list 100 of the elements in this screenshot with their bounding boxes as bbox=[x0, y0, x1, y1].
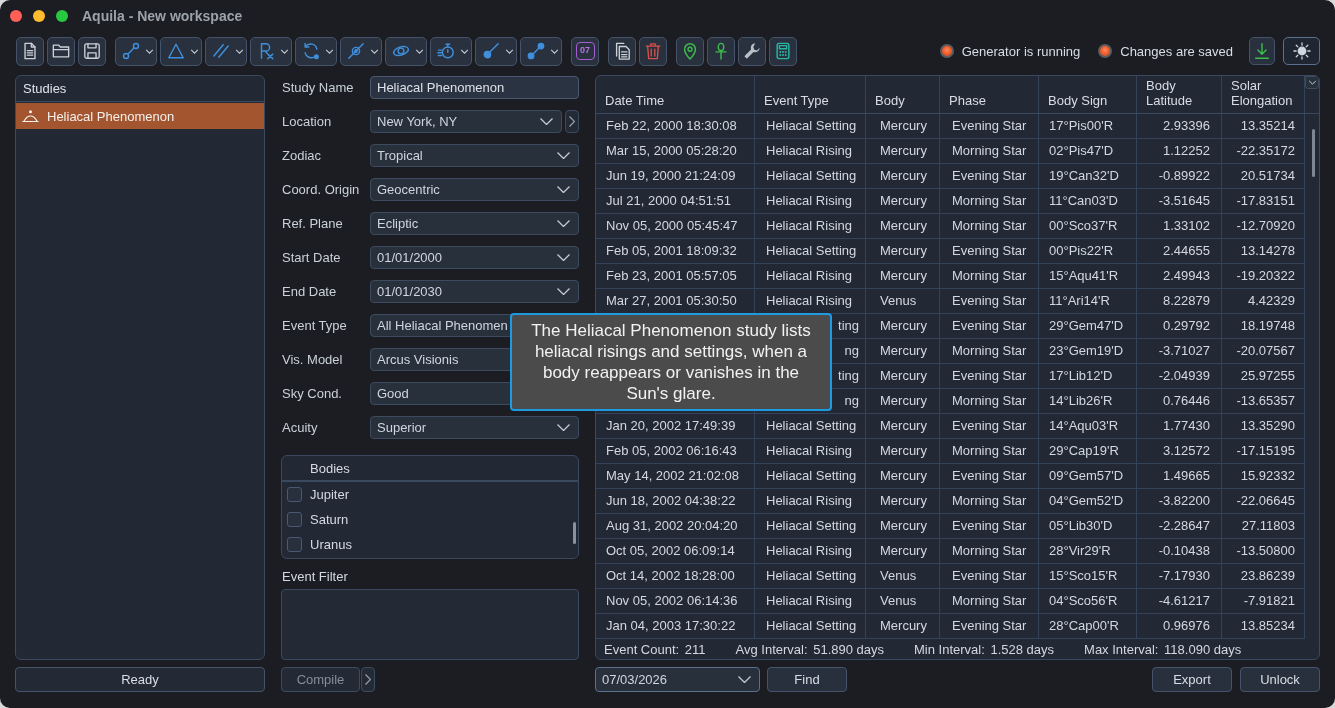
table-cell: 3.12572 bbox=[1137, 439, 1222, 464]
table-cell: 0.96976 bbox=[1137, 614, 1222, 639]
column-header[interactable]: Body Sign bbox=[1039, 76, 1137, 113]
chevron-down-icon bbox=[280, 48, 289, 54]
tooltip: The Heliacal Phenomenon study lists heliacal risings and settings, when a body reappears or vanishes in the Sun's glare. bbox=[510, 313, 832, 411]
minimize-button[interactable] bbox=[33, 10, 45, 22]
body-name: Saturn bbox=[310, 512, 349, 527]
table-cell: Mercury bbox=[866, 264, 940, 289]
table-cell: Heliacal Setting bbox=[755, 239, 866, 264]
delete-button[interactable] bbox=[639, 36, 667, 66]
table-cell: 27.11803 bbox=[1222, 514, 1305, 539]
table-cell: -17.83151 bbox=[1222, 189, 1305, 214]
tools-button[interactable] bbox=[738, 36, 766, 66]
column-header[interactable]: Body Latitude bbox=[1137, 76, 1222, 113]
table-cell: 2.93396 bbox=[1137, 114, 1222, 139]
node-link-menu-button[interactable] bbox=[115, 36, 157, 66]
column-header[interactable]: Event Type bbox=[755, 76, 866, 113]
copy-button[interactable] bbox=[608, 36, 636, 66]
folder-icon bbox=[52, 42, 70, 60]
line-dot-icon bbox=[482, 42, 500, 60]
save-button[interactable] bbox=[78, 36, 106, 66]
crossed-circle-icon bbox=[347, 42, 365, 60]
download-button[interactable] bbox=[1249, 37, 1275, 65]
text-field[interactable]: Heliacal Phenomenon bbox=[370, 76, 579, 99]
open-folder-button[interactable] bbox=[47, 36, 75, 66]
study-item[interactable]: Heliacal Phenomenon bbox=[16, 103, 264, 129]
next-button[interactable] bbox=[565, 110, 579, 133]
chevron-down-icon bbox=[557, 424, 570, 431]
table-cell: Feb 22, 2000 18:30:08 bbox=[596, 114, 755, 139]
trash-icon bbox=[644, 42, 662, 60]
status-button[interactable]: Ready bbox=[15, 667, 265, 692]
table-cell: Evening Star bbox=[940, 414, 1039, 439]
table-cell: Heliacal Setting bbox=[755, 614, 866, 639]
calculator-button[interactable] bbox=[769, 36, 797, 66]
stopwatch-menu-button[interactable] bbox=[430, 36, 472, 66]
column-header[interactable]: Body bbox=[866, 76, 940, 113]
table-cell: 1.12252 bbox=[1137, 139, 1222, 164]
table-cell: 19°Can32'D bbox=[1039, 164, 1137, 189]
action-button[interactable]: Export bbox=[1152, 667, 1232, 692]
checkbox[interactable] bbox=[287, 537, 302, 552]
table-cell: -20.07567 bbox=[1222, 339, 1305, 364]
crossed-circle-menu-button[interactable] bbox=[340, 36, 382, 66]
table-cell: Mercury bbox=[866, 489, 940, 514]
scrollbar[interactable] bbox=[1312, 129, 1315, 177]
table-cell: Evening Star bbox=[940, 164, 1039, 189]
table-cell: -2.04939 bbox=[1137, 364, 1222, 389]
chevron-down-icon bbox=[1307, 80, 1317, 85]
filter-input[interactable] bbox=[281, 589, 579, 660]
table-cell: Heliacal Rising bbox=[755, 214, 866, 239]
column-header[interactable]: Phase bbox=[940, 76, 1039, 113]
theme-button[interactable] bbox=[1283, 37, 1320, 65]
dropdown-field[interactable]: Tropical bbox=[370, 144, 579, 167]
table-cell: -13.50800 bbox=[1222, 539, 1305, 564]
dropdown-field[interactable]: Ecliptic bbox=[370, 212, 579, 235]
dropdown-field[interactable]: 01/01/2000 bbox=[370, 246, 579, 269]
scrollbar[interactable] bbox=[573, 522, 576, 544]
compile-options-button[interactable] bbox=[361, 667, 375, 692]
chevron-down-icon bbox=[460, 48, 469, 54]
connected-nodes-menu-button[interactable] bbox=[520, 36, 562, 66]
location-button[interactable] bbox=[676, 36, 704, 66]
action-button[interactable]: Unlock bbox=[1240, 667, 1320, 692]
column-menu-button[interactable] bbox=[1305, 76, 1319, 89]
checkbox[interactable] bbox=[287, 487, 302, 502]
dropdown-field[interactable]: New York, NY bbox=[370, 110, 562, 133]
dropdown-field[interactable]: Superior bbox=[370, 416, 579, 439]
triangle-menu-button[interactable] bbox=[160, 36, 202, 66]
table-cell: 8.22879 bbox=[1137, 289, 1222, 314]
wrench-icon bbox=[743, 42, 761, 60]
table-cell: Evening Star bbox=[940, 314, 1039, 339]
field-label: Sky Cond. bbox=[281, 386, 342, 401]
table-cell: Mercury bbox=[866, 539, 940, 564]
orbit-menu-button[interactable] bbox=[385, 36, 427, 66]
table-cell: Mercury bbox=[866, 364, 940, 389]
close-button[interactable] bbox=[10, 10, 22, 22]
find-button[interactable]: Find bbox=[767, 667, 847, 692]
document-icon bbox=[21, 42, 39, 60]
table-cell: Heliacal Setting bbox=[755, 514, 866, 539]
dropdown-field[interactable]: 01/01/2030 bbox=[370, 280, 579, 303]
zoom-button[interactable] bbox=[56, 10, 68, 22]
table-cell: 1.33102 bbox=[1137, 214, 1222, 239]
panel-title: Studies bbox=[23, 81, 67, 96]
field-label: Zodiac bbox=[281, 148, 322, 163]
line-dot-menu-button[interactable] bbox=[475, 36, 517, 66]
dropdown-field[interactable]: Geocentric bbox=[370, 178, 579, 201]
ankh-button[interactable] bbox=[707, 36, 735, 66]
table-cell: 23.86239 bbox=[1222, 564, 1305, 589]
ankh-icon bbox=[712, 42, 730, 60]
table-cell: 04°Sco56'R bbox=[1039, 589, 1137, 614]
calendar-button[interactable]: 07 bbox=[571, 36, 599, 66]
parallel-lines-menu-button[interactable] bbox=[205, 36, 247, 66]
date-picker[interactable]: 07/03/2026 bbox=[595, 667, 760, 692]
table-cell: 13.85234 bbox=[1222, 614, 1305, 639]
chevron-down-icon bbox=[505, 48, 514, 54]
column-header[interactable]: Date Time bbox=[596, 76, 755, 113]
checkbox[interactable] bbox=[287, 512, 302, 527]
cycle-menu-button[interactable] bbox=[295, 36, 337, 66]
rx-symbol-menu-button[interactable] bbox=[250, 36, 292, 66]
triangle-icon bbox=[167, 42, 185, 60]
new-document-button[interactable] bbox=[16, 36, 44, 66]
table-cell: 11°Ari14'R bbox=[1039, 289, 1137, 314]
